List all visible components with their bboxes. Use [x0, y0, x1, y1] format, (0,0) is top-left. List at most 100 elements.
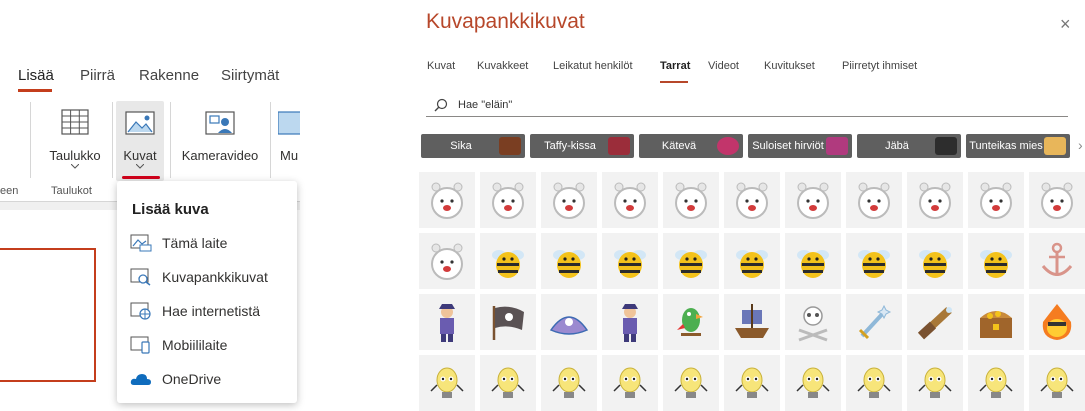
tab-cartoon-people[interactable]: Piirretyt ihmiset	[842, 60, 917, 72]
camera-video-button[interactable]: Kameravideo	[178, 98, 262, 180]
chevron-right-icon[interactable]: ›	[1078, 137, 1083, 153]
chip-cute-monsters[interactable]: Suloiset hirviöt	[748, 134, 852, 158]
sticker-tile[interactable]	[663, 355, 719, 411]
sticker-tile[interactable]	[602, 355, 658, 411]
group-label-tables: Taulukot	[51, 185, 92, 197]
table-button[interactable]: Taulukko	[40, 98, 110, 180]
sticker-tile[interactable]	[846, 355, 902, 411]
sticker-tile[interactable]	[785, 294, 841, 350]
tab-icons[interactable]: Kuvakkeet	[477, 60, 528, 72]
bee-sticker	[919, 250, 951, 278]
media-button[interactable]: Mu	[278, 98, 300, 180]
sticker-tile[interactable]	[480, 355, 536, 411]
sticker-tile[interactable]	[724, 233, 780, 289]
sticker-tile[interactable]	[419, 233, 475, 289]
chip-label: Taffy-kissa	[544, 140, 596, 152]
pirate-sticker	[439, 304, 455, 342]
stock-images-icon	[130, 268, 151, 286]
sticker-tile[interactable]	[968, 294, 1024, 350]
chip-pig[interactable]: Sika	[421, 134, 525, 158]
tab-design[interactable]: Rakenne	[139, 67, 199, 84]
pictures-button[interactable]: Kuvat	[116, 98, 164, 180]
sticker-tile[interactable]	[541, 172, 597, 228]
menu-item-this-device[interactable]: Tämä laite	[117, 226, 297, 260]
sticker-tile[interactable]	[602, 294, 658, 350]
bee-sticker	[553, 250, 585, 278]
sticker-tile[interactable]	[419, 172, 475, 228]
sticker-tile[interactable]	[724, 355, 780, 411]
tab-videos[interactable]: Videot	[708, 60, 739, 72]
search-box[interactable]	[426, 94, 1068, 117]
tab-insert[interactable]: Lisää	[18, 67, 54, 84]
sticker-tile[interactable]	[419, 355, 475, 411]
sticker-tile[interactable]	[480, 294, 536, 350]
alarm-clock-sticker	[675, 182, 707, 219]
sticker-tile[interactable]	[724, 172, 780, 228]
sticker-tile[interactable]	[663, 172, 719, 228]
mobile-device-icon	[130, 336, 150, 354]
menu-title: Lisää kuva	[132, 201, 209, 218]
group-separator	[30, 102, 31, 178]
alarm-clock-sticker	[431, 182, 463, 219]
sticker-tile[interactable]	[968, 172, 1024, 228]
sticker-tile[interactable]	[663, 233, 719, 289]
tab-stickers[interactable]: Tarrat	[660, 60, 690, 72]
spyglass-sticker	[917, 307, 952, 340]
pirate-ship-sticker	[735, 304, 769, 338]
group-separator	[112, 102, 113, 178]
tab-draw[interactable]: Piirrä	[80, 67, 115, 84]
tab-transitions[interactable]: Siirtymät	[221, 67, 279, 84]
sticker-tile[interactable]	[419, 294, 475, 350]
sticker-tile[interactable]	[907, 294, 963, 350]
sticker-tile[interactable]	[846, 294, 902, 350]
bee-sticker	[797, 250, 829, 278]
sticker-tile[interactable]	[968, 233, 1024, 289]
alarm-clock-sticker	[431, 243, 463, 280]
menu-item-mobile-device[interactable]: Mobiililaite	[117, 328, 297, 362]
sticker-tile[interactable]	[907, 172, 963, 228]
sticker-tile[interactable]	[968, 355, 1024, 411]
media-icon	[278, 111, 300, 135]
anchor-sticker	[1041, 242, 1073, 276]
chip-handy[interactable]: Kätevä	[639, 134, 743, 158]
sticker-tile[interactable]	[1029, 172, 1085, 228]
tab-cutout-people[interactable]: Leikatut henkilöt	[553, 60, 633, 72]
sticker-tile[interactable]	[480, 172, 536, 228]
sticker-tile[interactable]	[541, 355, 597, 411]
chip-emotional-man[interactable]: Tunteikas mies	[966, 134, 1070, 158]
menu-item-stock-images[interactable]: Kuvapankkikuvat	[117, 260, 297, 294]
sticker-tile[interactable]	[663, 294, 719, 350]
sticker-tile[interactable]	[541, 294, 597, 350]
sticker-tile[interactable]	[480, 233, 536, 289]
alarm-clock-sticker	[492, 182, 524, 219]
sticker-tile[interactable]	[846, 233, 902, 289]
sticker-grid	[419, 172, 1085, 411]
bulb-character-sticker	[979, 367, 1013, 398]
sticker-tile[interactable]	[907, 233, 963, 289]
sticker-tile[interactable]	[846, 172, 902, 228]
search-input[interactable]	[458, 96, 1058, 114]
menu-item-onedrive[interactable]: OneDrive	[117, 362, 297, 396]
sticker-tile[interactable]	[541, 233, 597, 289]
chip-dude[interactable]: Jäbä	[857, 134, 961, 158]
sticker-tile[interactable]	[724, 294, 780, 350]
chip-label: Kätevä	[661, 140, 697, 152]
sticker-tile[interactable]	[602, 172, 658, 228]
chip-taffy-cat[interactable]: Taffy-kissa	[530, 134, 634, 158]
sticker-tile[interactable]	[785, 355, 841, 411]
menu-item-online-pictures[interactable]: Hae internetistä	[117, 294, 297, 328]
sticker-tile[interactable]	[785, 172, 841, 228]
bulb-character-sticker	[552, 367, 586, 398]
sticker-tile[interactable]	[907, 355, 963, 411]
sticker-tile[interactable]	[1029, 294, 1085, 350]
sticker-tile[interactable]	[1029, 233, 1085, 289]
sticker-tile[interactable]	[602, 233, 658, 289]
tab-illustrations[interactable]: Kuvitukset	[764, 60, 815, 72]
close-icon[interactable]: ×	[1060, 14, 1071, 35]
sticker-tile[interactable]	[785, 233, 841, 289]
bulb-character-sticker	[796, 367, 830, 398]
sticker-tile[interactable]	[1029, 355, 1085, 411]
bulb-character-sticker	[857, 367, 891, 398]
slide-placeholder-border	[0, 248, 96, 382]
tab-images[interactable]: Kuvat	[427, 60, 455, 72]
